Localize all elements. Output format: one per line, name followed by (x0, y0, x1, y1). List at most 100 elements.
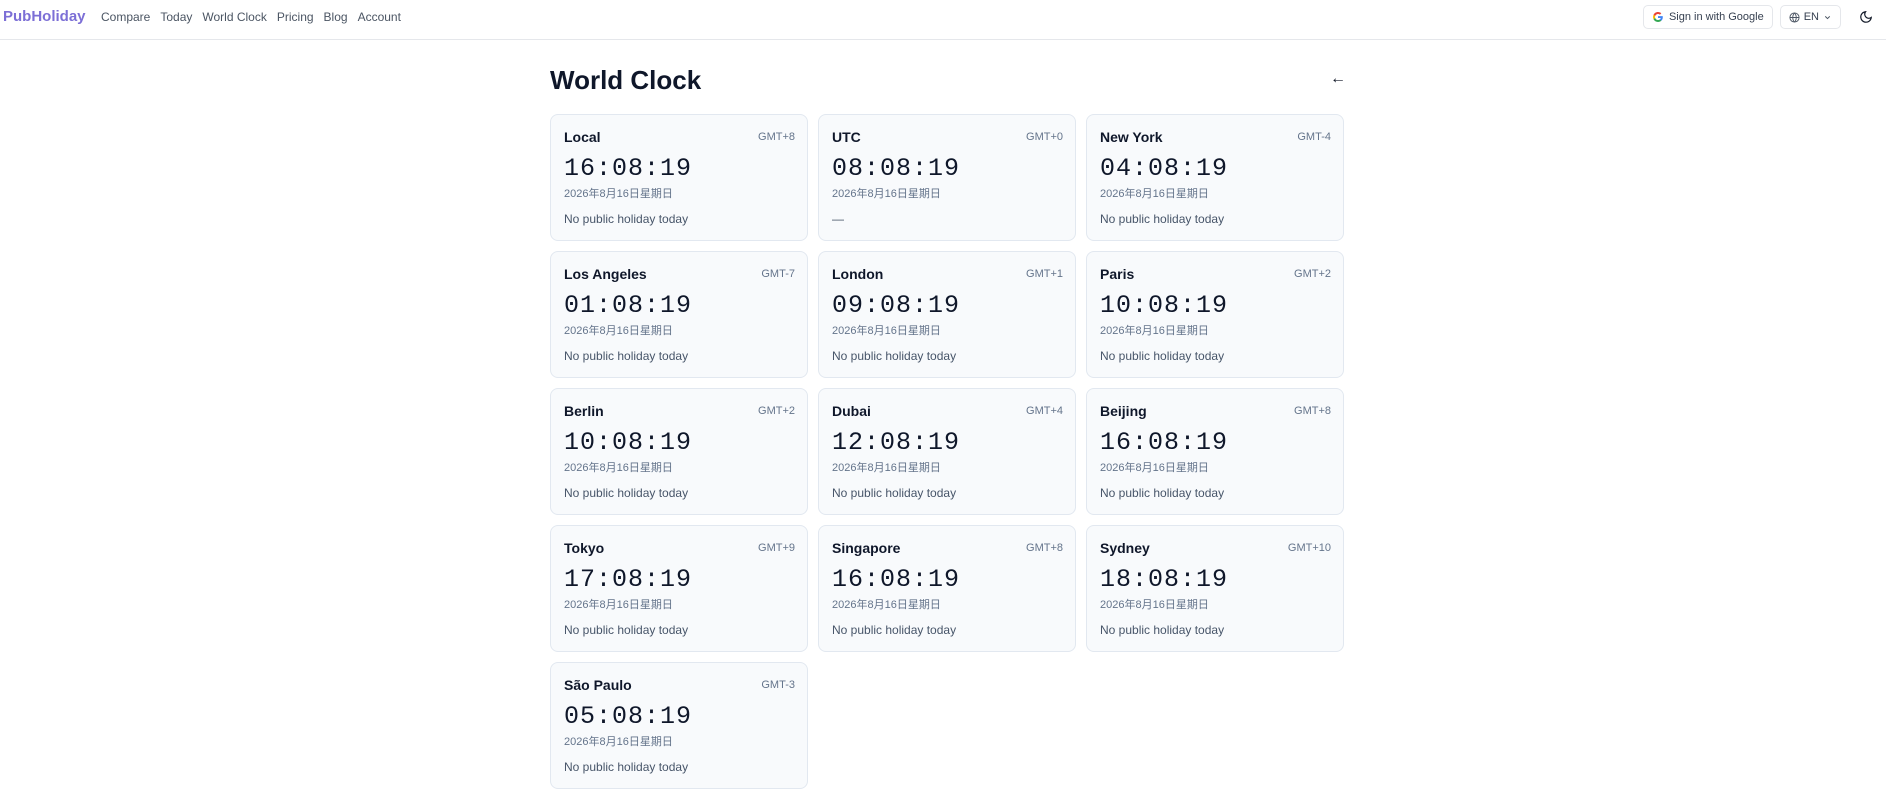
clock-card: London GMT+1 09:08:19 2026年8月16日星期日 No p… (818, 251, 1076, 378)
clock-time: 08:08:19 (832, 154, 961, 183)
nav-link-today[interactable]: Today (160, 10, 192, 24)
clock-time: 16:08:19 (832, 565, 961, 594)
brand-logo-link[interactable]: PubHoliday (3, 8, 86, 26)
clock-date: 2026年8月16日星期日 (564, 736, 673, 748)
clock-card: Los Angeles GMT-7 01:08:19 2026年8月16日星期日… (550, 251, 808, 378)
clock-time: 16:08:19 (564, 154, 693, 183)
holiday-status: No public holiday today (1100, 486, 1225, 500)
clock-card: Berlin GMT+2 10:08:19 2026年8月16日星期日 No p… (550, 388, 808, 515)
clock-time: 05:08:19 (564, 702, 693, 731)
clock-time: 12:08:19 (832, 428, 961, 457)
gmt-offset: GMT+4 (1026, 405, 1063, 417)
gmt-offset: GMT+9 (758, 542, 795, 554)
moon-icon (1860, 11, 1872, 23)
gmt-offset: GMT+8 (1294, 405, 1331, 417)
gmt-offset: GMT+8 (1026, 542, 1063, 554)
city-name: Beijing (1100, 403, 1147, 419)
gmt-offset: GMT+1 (1026, 268, 1063, 280)
clock-date: 2026年8月16日星期日 (564, 325, 673, 337)
clock-date: 2026年8月16日星期日 (564, 188, 673, 200)
clock-time: 17:08:19 (564, 565, 693, 594)
clock-date: 2026年8月16日星期日 (832, 462, 941, 474)
clock-card: Beijing GMT+8 16:08:19 2026年8月16日星期日 No … (1086, 388, 1344, 515)
holiday-status: No public holiday today (564, 349, 689, 363)
city-name: Paris (1100, 266, 1135, 282)
world-clock-grid: Local GMT+8 16:08:19 2026年8月16日星期日 No pu… (550, 114, 1344, 789)
page-title: World Clock (550, 65, 702, 95)
clock-time: 04:08:19 (1100, 154, 1229, 183)
clock-card: Dubai GMT+4 12:08:19 2026年8月16日星期日 No pu… (818, 388, 1076, 515)
google-icon (1652, 12, 1663, 22)
city-name: Los Angeles (564, 266, 647, 282)
city-name: London (832, 266, 884, 282)
clock-date: 2026年8月16日星期日 (832, 325, 941, 337)
city-name: New York (1100, 129, 1163, 145)
chevron-down-icon (1824, 15, 1831, 19)
clock-card: UTC GMT+0 08:08:19 2026年8月16日星期日 — (818, 114, 1076, 241)
holiday-status: No public holiday today (564, 486, 689, 500)
holiday-status: No public holiday today (564, 760, 689, 774)
clock-time: 01:08:19 (564, 291, 693, 320)
clock-date: 2026年8月16日星期日 (1100, 599, 1209, 611)
clock-time: 16:08:19 (1100, 428, 1229, 457)
city-name: Dubai (832, 403, 871, 419)
clock-time: 10:08:19 (564, 428, 693, 457)
theme-toggle-button[interactable] (1854, 5, 1878, 29)
city-name: Sydney (1100, 540, 1150, 556)
gmt-offset: GMT+10 (1287, 542, 1331, 554)
holiday-status: No public holiday today (1100, 623, 1225, 637)
clock-card: Local GMT+8 16:08:19 2026年8月16日星期日 No pu… (550, 114, 808, 241)
clock-card: Paris GMT+2 10:08:19 2026年8月16日星期日 No pu… (1086, 251, 1344, 378)
gmt-offset: GMT+2 (758, 405, 795, 417)
clock-time: 10:08:19 (1100, 291, 1229, 320)
main-nav: Compare Today World Clock Pricing Blog A… (101, 10, 401, 24)
sign-in-label: Sign in with Google (1668, 11, 1764, 23)
clock-time: 09:08:19 (832, 291, 961, 320)
clock-date: 2026年8月16日星期日 (832, 188, 941, 200)
gmt-offset: GMT+2 (1294, 268, 1331, 280)
clock-card: New York GMT-4 04:08:19 2026年8月16日星期日 No… (1086, 114, 1344, 241)
clock-card: São Paulo GMT-3 05:08:19 2026年8月16日星期日 N… (550, 662, 808, 789)
city-name: Local (564, 129, 601, 145)
holiday-status: No public holiday today (1100, 349, 1225, 363)
back-arrow-button[interactable]: ← (1330, 70, 1346, 88)
sign-in-with-google-button[interactable]: Sign in with Google (1642, 5, 1773, 29)
city-name: Tokyo (564, 540, 605, 556)
gmt-offset: GMT-7 (761, 268, 795, 280)
gmt-offset: GMT+0 (1026, 131, 1063, 143)
clock-date: 2026年8月16日星期日 (564, 599, 673, 611)
nav-link-account[interactable]: Account (358, 10, 401, 24)
holiday-status: No public holiday today (832, 349, 957, 363)
gmt-offset: GMT-4 (1297, 131, 1331, 143)
clock-date: 2026年8月16日星期日 (1100, 462, 1209, 474)
clock-time: 18:08:19 (1100, 565, 1229, 594)
nav-link-pricing[interactable]: Pricing (277, 10, 314, 24)
holiday-status: No public holiday today (1100, 212, 1225, 226)
language-selector[interactable]: EN (1779, 5, 1841, 29)
gmt-offset: GMT-3 (761, 679, 795, 691)
holiday-status: No public holiday today (832, 486, 957, 500)
city-name: Singapore (832, 540, 901, 556)
nav-link-compare[interactable]: Compare (101, 10, 150, 24)
clock-date: 2026年8月16日星期日 (1100, 188, 1209, 200)
clock-date: 2026年8月16日星期日 (564, 462, 673, 474)
city-name: UTC (832, 129, 861, 145)
language-label: EN (1803, 11, 1819, 23)
globe-icon (1789, 11, 1800, 23)
holiday-status: No public holiday today (564, 212, 689, 226)
nav-link-blog[interactable]: Blog (324, 10, 348, 24)
clock-card: Sydney GMT+10 18:08:19 2026年8月16日星期日 No … (1086, 525, 1344, 652)
gmt-offset: GMT+8 (758, 131, 795, 143)
holiday-status: — (832, 212, 844, 226)
clock-date: 2026年8月16日星期日 (832, 599, 941, 611)
nav-link-world-clock[interactable]: World Clock (202, 10, 266, 24)
clock-card: Singapore GMT+8 16:08:19 2026年8月16日星期日 N… (818, 525, 1076, 652)
city-name: São Paulo (564, 677, 632, 693)
holiday-status: No public holiday today (564, 623, 689, 637)
holiday-status: No public holiday today (832, 623, 957, 637)
top-navigation-bar: PubHoliday Compare Today World Clock Pri… (0, 0, 1886, 40)
clock-card: Tokyo GMT+9 17:08:19 2026年8月16日星期日 No pu… (550, 525, 808, 652)
header-tools: Sign in with Google EN (1642, 5, 1878, 29)
city-name: Berlin (564, 403, 604, 419)
clock-date: 2026年8月16日星期日 (1100, 325, 1209, 337)
